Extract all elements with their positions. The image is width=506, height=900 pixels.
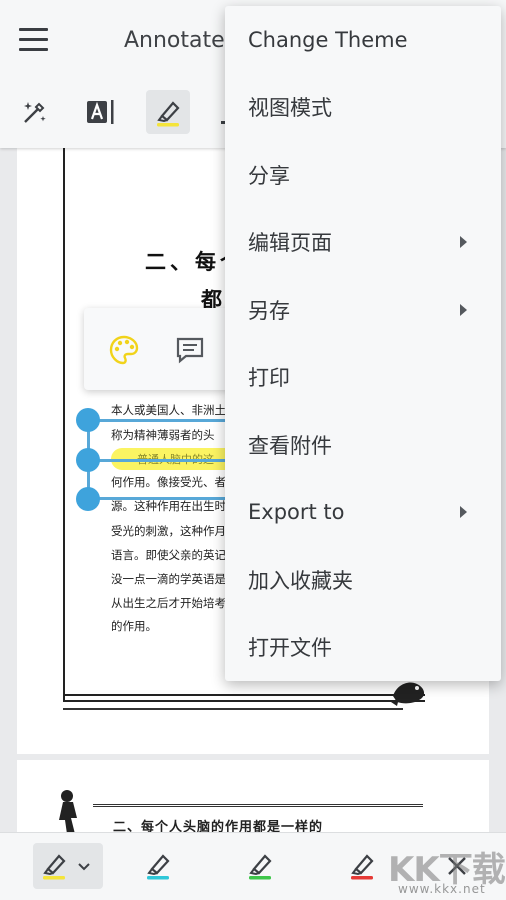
menu-item-label: 打开文件 xyxy=(248,636,332,661)
submenu-arrow-icon xyxy=(460,303,467,316)
menu-item-export-to[interactable]: Export to xyxy=(225,479,501,547)
highlighter-red-icon[interactable] xyxy=(342,843,382,889)
menu-item-change-theme[interactable]: Change Theme xyxy=(225,6,501,74)
menu-item-label: Change Theme xyxy=(248,27,408,52)
menu-item-view-attachments[interactable]: 查看附件 xyxy=(225,411,501,479)
text-line: 语言。即使父亲的英记 xyxy=(111,548,226,562)
watermark-url: www.kkx.net xyxy=(398,882,486,896)
menu-item-add-favorites[interactable]: 加入收藏夹 xyxy=(225,546,501,614)
text-line: 称为精神薄弱者的头 xyxy=(111,428,215,442)
palette-icon[interactable] xyxy=(104,330,144,370)
highlighter-cyan-icon[interactable] xyxy=(138,843,178,889)
document-page-2[interactable]: 二、每个人头脑的作用都是一样的 xyxy=(17,760,489,840)
menu-item-label: 视图模式 xyxy=(248,96,332,121)
text-line: 的作用。 xyxy=(111,619,157,633)
text-line: 受光的刺激，这种作月 xyxy=(111,524,226,538)
menu-item-label: 加入收藏夹 xyxy=(248,568,353,593)
menu-item-label: 打印 xyxy=(248,366,290,391)
selection-handle-start[interactable] xyxy=(76,408,100,432)
hamburger-menu-icon[interactable] xyxy=(16,24,52,56)
toolbar-overflow-icon[interactable] xyxy=(212,90,226,134)
submenu-arrow-icon xyxy=(460,236,467,249)
comment-icon[interactable] xyxy=(170,330,210,370)
watermark-logo: KK下载 www.kkx.net xyxy=(384,842,506,900)
menu-item-view-mode[interactable]: 视图模式 xyxy=(225,74,501,142)
menu-item-share[interactable]: 分享 xyxy=(225,141,501,209)
highlighter-yellow-dropdown[interactable] xyxy=(33,843,103,889)
text-line: 何作用。像接受光、者 xyxy=(111,475,226,489)
text-cursor-icon[interactable] xyxy=(78,90,122,134)
scan-footer-rule xyxy=(63,694,425,702)
menu-item-open-file[interactable]: 打开文件 xyxy=(225,614,501,682)
text-line: 从出生之后才开始培考 xyxy=(111,596,226,610)
highlighter-green-icon[interactable] xyxy=(240,843,280,889)
selection-handle-middle[interactable] xyxy=(76,448,100,472)
menu-item-print[interactable]: 打印 xyxy=(225,344,501,412)
page-title: Annotate xyxy=(124,28,225,53)
overflow-menu: Change Theme 视图模式 分享 编辑页面 另存 打印 查看附件 Exp… xyxy=(225,6,501,681)
menu-item-save-as[interactable]: 另存 xyxy=(225,276,501,344)
page2-rule xyxy=(93,804,423,807)
highlighter-icon[interactable] xyxy=(146,90,190,134)
text-line: 没一点一滴的学英语是 xyxy=(111,572,226,586)
scan-footer-rule-2 xyxy=(63,708,403,710)
magic-pen-icon[interactable] xyxy=(12,90,56,134)
text-line: 源。这种作用在出生时 xyxy=(111,499,226,513)
text-line: 本人或美国人、非洲土 xyxy=(111,403,226,417)
menu-item-label: 查看附件 xyxy=(248,433,332,458)
menu-item-label: 另存 xyxy=(248,298,290,323)
submenu-arrow-icon xyxy=(460,506,467,519)
selection-handle-end[interactable] xyxy=(76,487,100,511)
menu-item-label: 编辑页面 xyxy=(248,231,332,256)
menu-item-label: Export to xyxy=(248,500,345,525)
decorative-figure xyxy=(59,790,77,834)
annotation-popup xyxy=(84,308,244,390)
menu-item-label: 分享 xyxy=(248,163,290,188)
menu-item-edit-pages[interactable]: 编辑页面 xyxy=(225,209,501,277)
